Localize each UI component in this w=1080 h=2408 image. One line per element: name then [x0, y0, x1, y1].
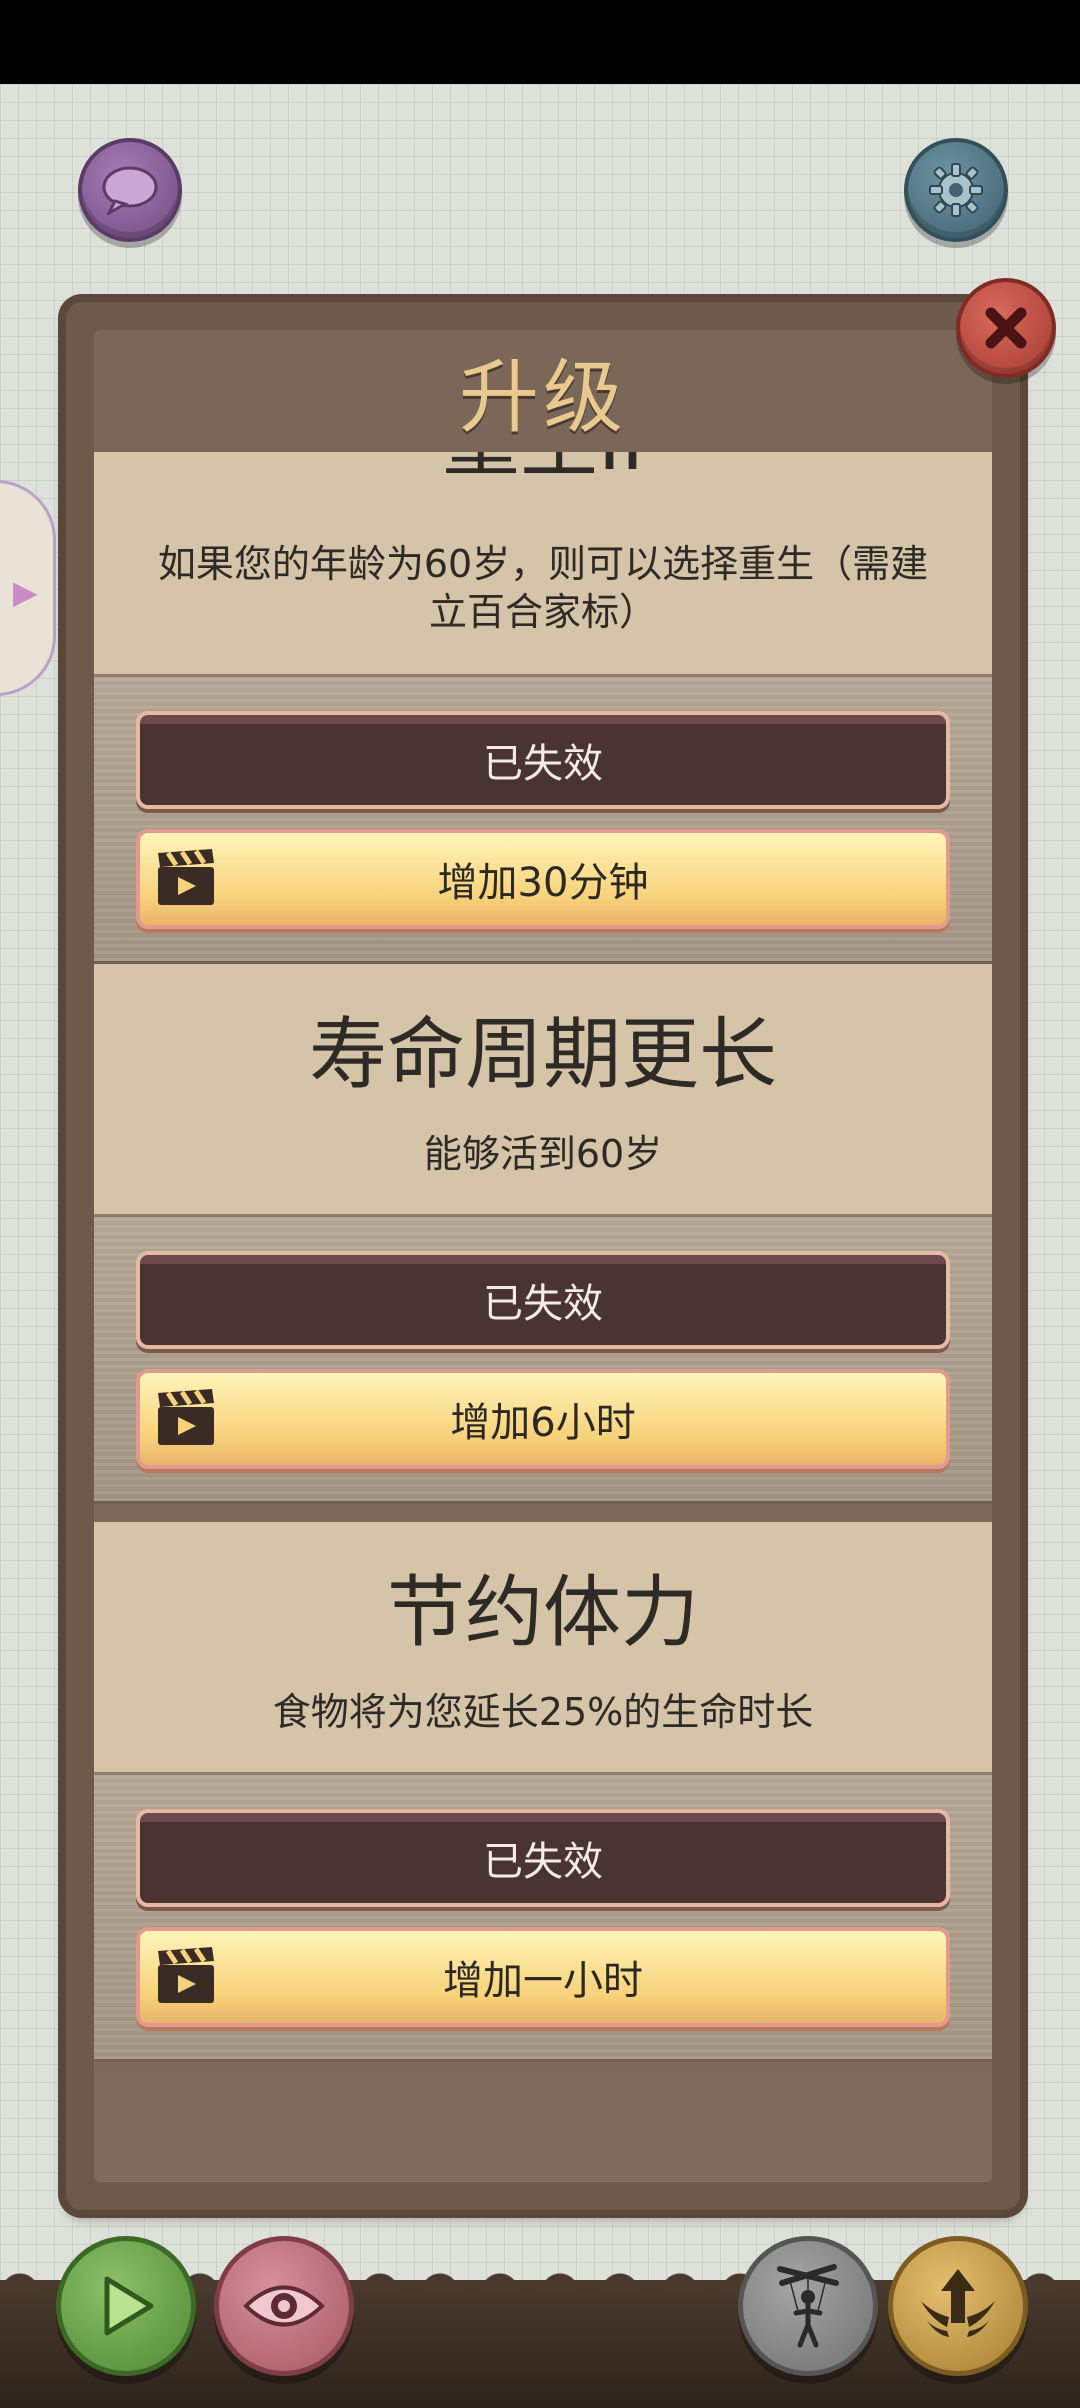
puppet-button[interactable]	[738, 2236, 878, 2376]
upgrade-description-line-2: 立百合家标）	[428, 590, 657, 634]
clapperboard-icon	[158, 1947, 214, 2003]
play-button[interactable]	[56, 2236, 196, 2376]
upgrade-panel: 升级 重生II 如果您的年龄为60岁，则可以选择重生（需建 立百合家标） 已失效	[66, 302, 1020, 2210]
status-bar	[0, 0, 1080, 84]
upgrade-title: 节约体力	[386, 1568, 699, 1658]
chat-button[interactable]	[78, 138, 182, 242]
upgrade-list[interactable]: 重生II 如果您的年龄为60岁，则可以选择重生（需建 立百合家标） 已失效 增加…	[94, 452, 992, 2072]
upgrade-actions: 已失效 增加30分钟	[94, 674, 992, 964]
video-button-label: 增加30分钟	[437, 860, 649, 906]
expired-button[interactable]: 已失效	[136, 711, 950, 809]
settings-button[interactable]	[904, 138, 1008, 242]
chat-bubble-icon	[102, 166, 158, 215]
video-button-label: 增加6小时	[450, 1400, 636, 1446]
upgrade-panel-inner: 升级 重生II 如果您的年龄为60岁，则可以选择重生（需建 立百合家标） 已失效	[94, 330, 992, 2182]
clapperboard-icon	[158, 849, 214, 905]
upgrade-info: 重生II 如果您的年龄为60岁，则可以选择重生（需建 立百合家标）	[94, 452, 992, 674]
video-button-label: 增加一小时	[443, 1958, 643, 2004]
expired-button[interactable]: 已失效	[136, 1251, 950, 1349]
upgrade-button[interactable]	[888, 2236, 1028, 2376]
side-drawer-tab[interactable]: ▶	[0, 480, 56, 696]
panel-footer	[94, 2072, 992, 2182]
puppet-icon	[777, 2264, 839, 2348]
upgrade-description: 食物将为您延长25%的生命时长	[272, 1690, 814, 1734]
upgrade-title: 寿命周期更长	[308, 1010, 777, 1100]
winged-arrow-icon	[921, 2269, 995, 2337]
panel-title: 升级	[459, 351, 627, 444]
play-icon	[104, 2276, 154, 2336]
close-button[interactable]	[956, 278, 1056, 378]
eye-icon	[243, 2285, 325, 2327]
upgrade-title: 重生II	[94, 452, 992, 482]
gear-icon	[929, 163, 983, 217]
upgrade-info: 寿命周期更长 能够活到60岁	[94, 964, 992, 1214]
chevron-right-icon: ▶	[13, 573, 38, 611]
watch-video-add-time-button[interactable]: 增加一小时	[136, 1927, 950, 2027]
upgrade-actions: 已失效 增加一小时	[94, 1772, 992, 2062]
clapperboard-icon	[158, 1389, 214, 1445]
watch-video-add-time-button[interactable]: 增加30分钟	[136, 829, 950, 929]
close-icon	[985, 307, 1027, 349]
upgrade-description-line-1: 如果您的年龄为60岁，则可以选择重生（需建	[157, 542, 929, 586]
upgrade-info: 节约体力 食物将为您延长25%的生命时长	[94, 1522, 992, 1772]
watch-video-add-time-button[interactable]: 增加6小时	[136, 1369, 950, 1469]
upgrade-actions: 已失效 增加6小时	[94, 1214, 992, 1504]
view-button[interactable]	[214, 2236, 354, 2376]
upgrade-description: 能够活到60岁	[423, 1132, 663, 1176]
panel-header: 升级	[94, 330, 992, 455]
expired-button[interactable]: 已失效	[136, 1809, 950, 1907]
